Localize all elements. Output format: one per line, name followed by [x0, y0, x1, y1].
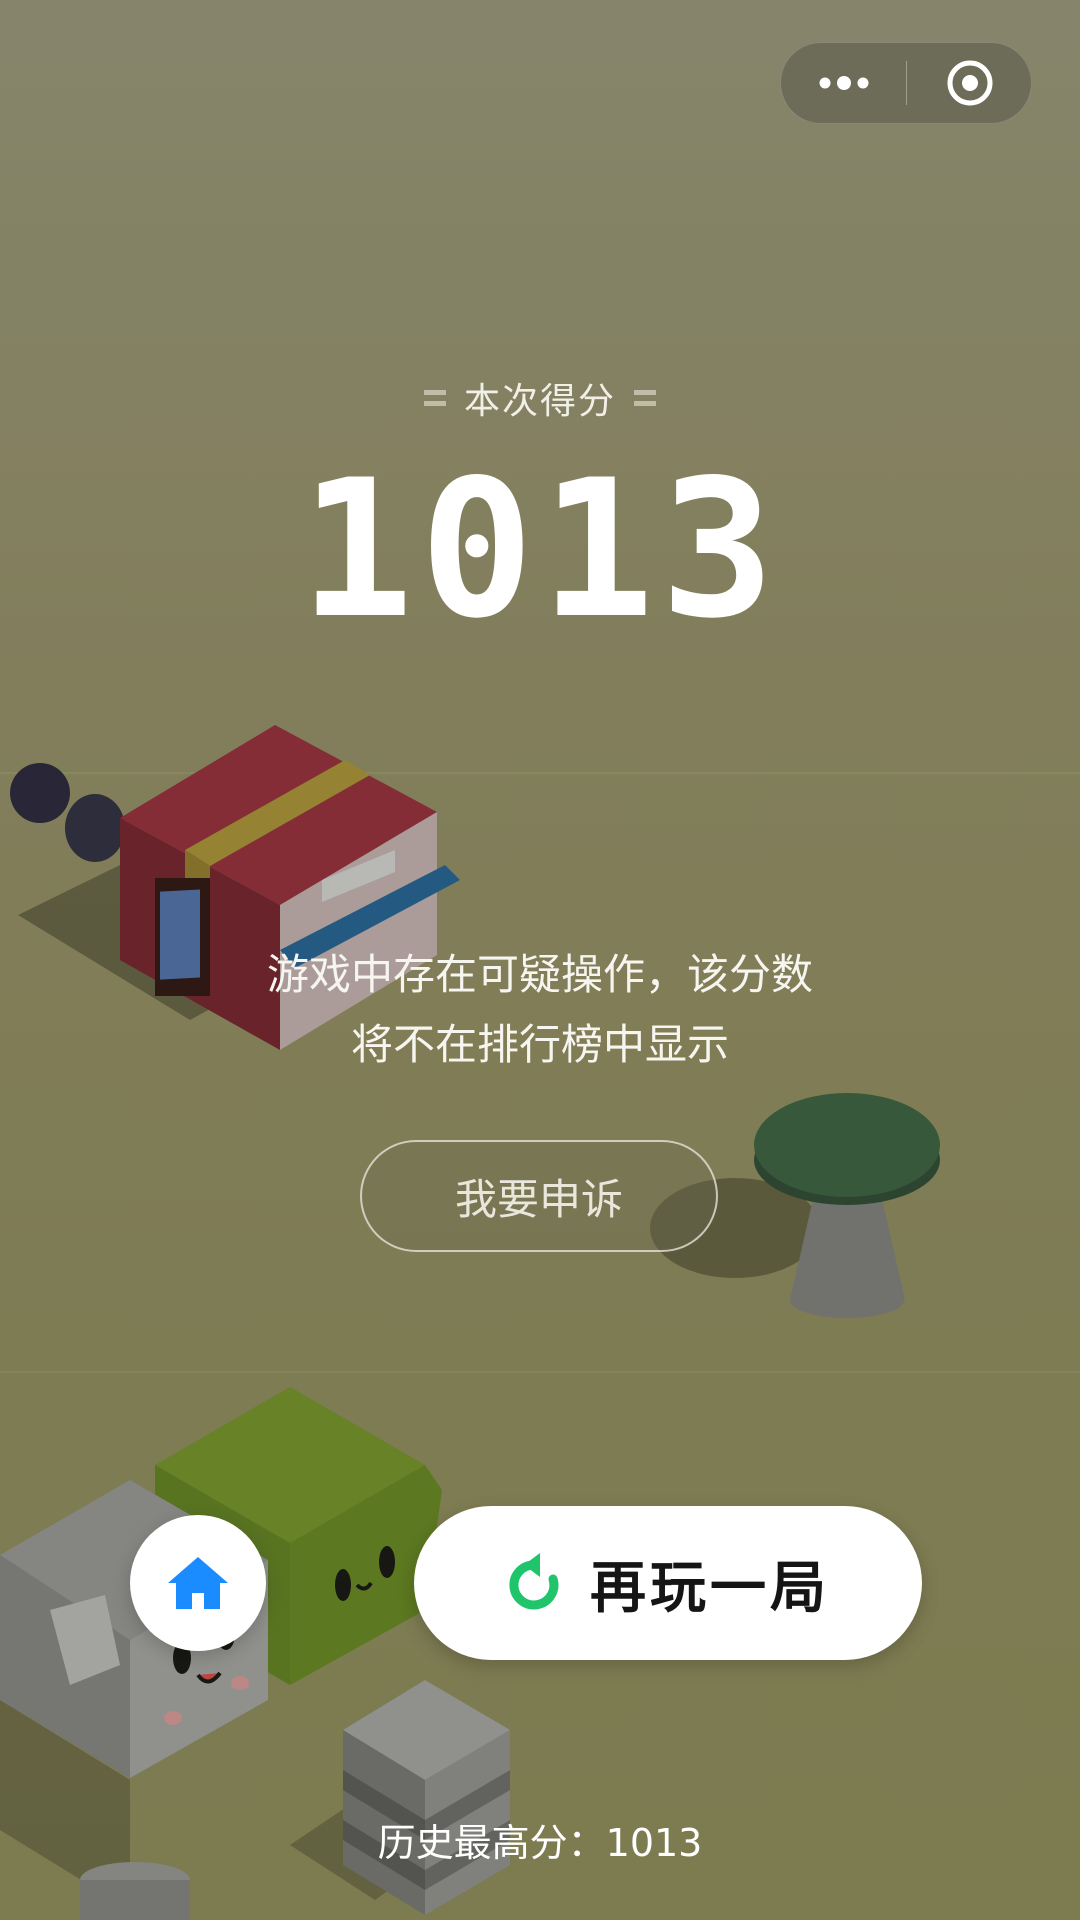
score-value: 1013	[299, 439, 781, 660]
more-dots-icon	[819, 76, 868, 90]
replay-button[interactable]: 再玩一局	[414, 1506, 922, 1660]
replay-icon	[509, 1553, 559, 1610]
warning-line-2: 将不在排行榜中显示	[350, 1020, 729, 1069]
warning-line-1: 游戏中存在可疑操作，该分数	[266, 950, 813, 999]
score-label-row: 本次得分	[0, 372, 1080, 424]
bottom-stool-block	[80, 1862, 190, 1920]
striped-stack-block	[290, 1680, 510, 1915]
best-score: 历史最高分：1013	[377, 1821, 703, 1865]
more-button[interactable]	[781, 43, 906, 123]
decor-equals-icon	[423, 390, 446, 406]
replay-label: 再玩一局	[590, 1555, 830, 1621]
decor-equals-icon	[634, 390, 656, 406]
home-icon	[168, 1557, 228, 1609]
close-mini-program-button[interactable]	[907, 43, 1032, 123]
mini-program-capsule	[780, 42, 1032, 124]
home-button[interactable]	[130, 1515, 266, 1651]
target-close-icon	[947, 60, 992, 106]
suspicious-warning: 游戏中存在可疑操作，该分数 将不在排行榜中显示	[140, 940, 940, 1080]
appeal-button[interactable]: 我要申诉	[360, 1140, 718, 1252]
score-label: 本次得分	[463, 381, 616, 422]
